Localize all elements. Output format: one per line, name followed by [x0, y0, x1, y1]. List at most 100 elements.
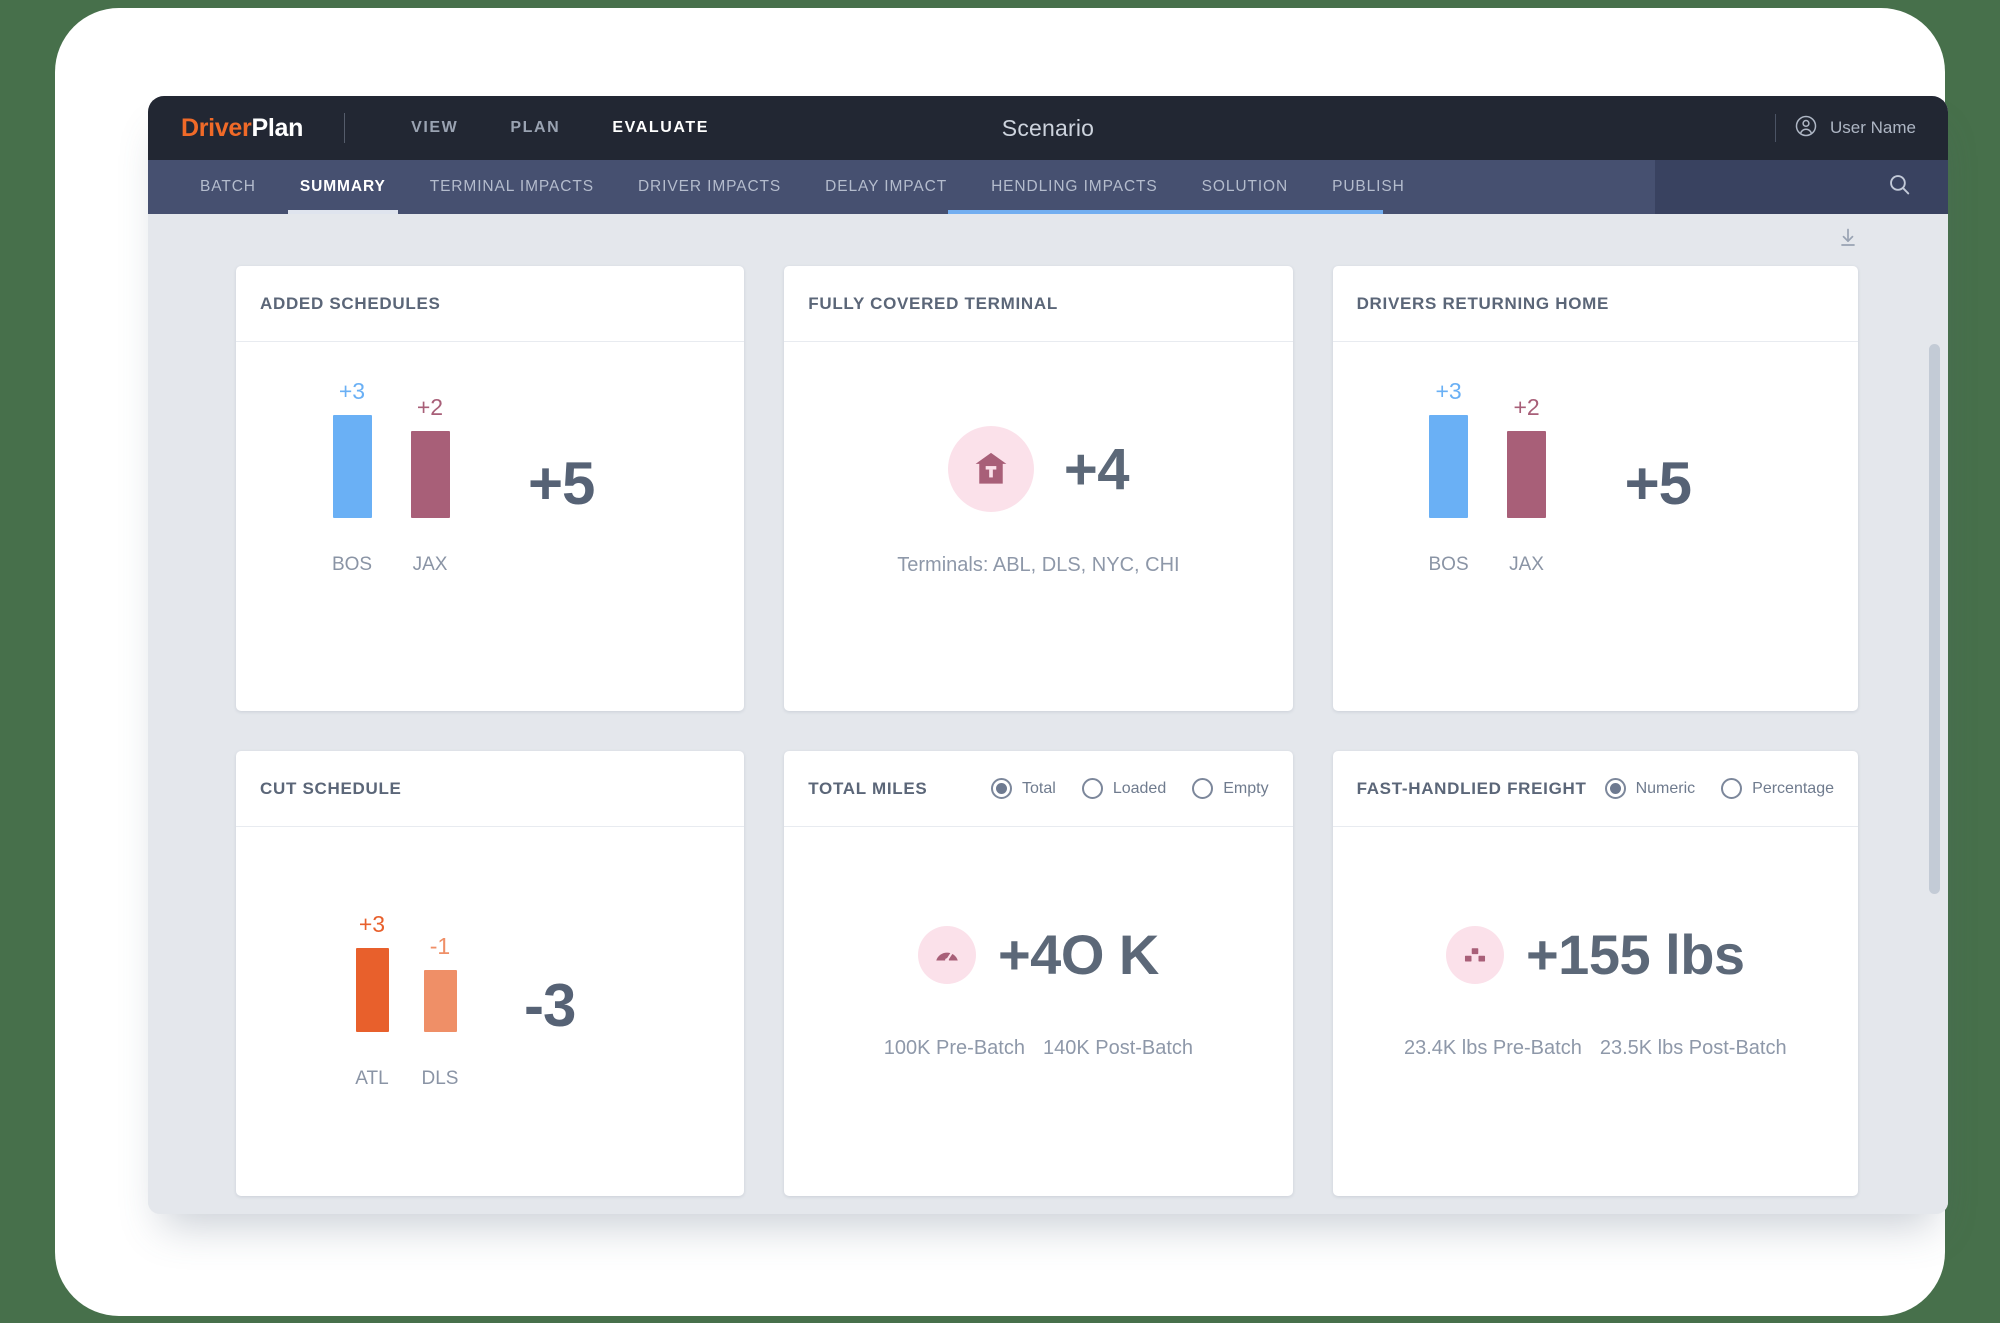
bar-category-label: BOS	[1428, 554, 1469, 575]
brand-divider	[344, 113, 346, 143]
search-button[interactable]	[1655, 160, 1948, 214]
bar-col-jax[interactable]: +2 JAX	[1507, 394, 1547, 576]
card-added-schedules: ADDED SCHEDULES +3 BOS +2 JAX +5	[236, 266, 745, 711]
metric-row: +4O K	[784, 922, 1292, 987]
card-body: +155 lbs 23.4K lbs Pre-Batch 23.5K lbs Po…	[1333, 827, 1858, 1196]
bar-category-label: DLS	[421, 1068, 459, 1089]
card-fully-covered-terminal: FULLY COVERED TERMINAL +4 Terminals: ABL…	[784, 266, 1293, 711]
radio-label: Total	[1022, 779, 1056, 797]
card-body: +4O K 100K Pre-Batch 140K Post-Batch	[784, 827, 1292, 1196]
top-bar: DriverPlan VIEW PLAN EVALUATE Scenario U…	[148, 96, 1948, 160]
content-scrollbar[interactable]	[1929, 344, 1940, 1214]
bar-col-atl[interactable]: +3 ATL	[352, 911, 392, 1090]
bar-rect	[1507, 431, 1547, 518]
card-body: +3 ATL -1 DLS -3	[236, 827, 744, 1196]
card-title: DRIVERS RETURNING HOME	[1356, 293, 1610, 313]
radio-dot-icon	[1604, 778, 1626, 799]
radio-option-percentage[interactable]: Percentage	[1721, 778, 1834, 799]
logo-text-driver: Driver	[181, 113, 252, 142]
bar-chart: +3 ATL -1 DLS -3	[260, 827, 720, 1090]
user-name-label: User Name	[1830, 118, 1916, 137]
main-nav-item-view[interactable]: VIEW	[385, 119, 484, 137]
tab-terminal-impacts[interactable]: TERMINAL IMPACTS	[408, 160, 616, 214]
card-header: TOTAL MILES Total Loaded Empty	[784, 751, 1293, 827]
radio-option-loaded[interactable]: Loaded	[1081, 778, 1167, 799]
card-title: FULLY COVERED TERMINAL	[808, 293, 1058, 313]
metric-sub-post: 23.5K lbs Post-Batch	[1599, 1037, 1787, 1059]
tab-driver-impacts[interactable]: DRIVER IMPACTS	[616, 160, 803, 214]
card-drivers-returning-home: DRIVERS RETURNING HOME +3 BOS +2 JAX +5	[1332, 266, 1858, 711]
user-divider	[1775, 114, 1777, 142]
bar-col-jax[interactable]: +2 JAX	[410, 394, 450, 576]
freight-radio-group: Numeric Percentage	[1604, 778, 1834, 799]
bar-category-label: JAX	[1509, 554, 1544, 575]
device-frame: DriverPlan VIEW PLAN EVALUATE Scenario U…	[55, 8, 1948, 1316]
card-body: +3 BOS +2 JAX +5	[236, 342, 744, 711]
card-body: +3 BOS +2 JAX +5	[1333, 342, 1858, 711]
bar-value-label: +3	[358, 911, 386, 937]
tab-solution[interactable]: SOLUTION	[1180, 160, 1310, 214]
sub-nav: BATCH SUMMARY TERMINAL IMPACTS DRIVER IM…	[148, 160, 1948, 214]
card-metric-value: +155 lbs	[1525, 923, 1745, 986]
download-icon[interactable]	[1836, 226, 1860, 255]
radio-option-total[interactable]: Total	[991, 778, 1056, 799]
bar-category-label: BOS	[331, 554, 373, 575]
content-area: ADDED SCHEDULES +3 BOS +2 JAX +5 FULLY C…	[148, 214, 1948, 1214]
radio-dot-icon	[991, 778, 1013, 799]
radio-option-empty[interactable]: Empty	[1192, 778, 1269, 799]
bar-rect	[1429, 415, 1469, 518]
boxes-icon	[1445, 925, 1504, 984]
tab-batch[interactable]: BATCH	[178, 160, 278, 214]
content-toolbar	[188, 214, 1908, 266]
radio-label: Empty	[1223, 779, 1269, 797]
main-nav-item-evaluate[interactable]: EVALUATE	[586, 119, 735, 137]
radio-dot-icon	[1721, 778, 1743, 799]
logo-text-plan: Plan	[251, 113, 304, 142]
radio-dot-icon	[1081, 778, 1103, 799]
speedometer-icon	[917, 925, 976, 984]
bar-col-bos[interactable]: +3 BOS	[1429, 378, 1469, 576]
card-fast-handlied-freight: FAST-HANDLIED FREIGHT Numeric Percentage	[1332, 751, 1858, 1196]
card-header: FULLY COVERED TERMINAL	[784, 266, 1293, 342]
card-body: +4 Terminals: ABL, DLS, NYC, CHI	[784, 342, 1292, 711]
scrollbar-thumb[interactable]	[1929, 344, 1940, 894]
bar-rect	[410, 431, 450, 518]
radio-option-numeric[interactable]: Numeric	[1604, 778, 1696, 799]
card-total-value: +5	[1624, 450, 1692, 517]
bars-area: +3 ATL -1 DLS	[352, 911, 460, 1090]
card-title: ADDED SCHEDULES	[260, 293, 441, 313]
card-metric-value: +4O K	[997, 923, 1159, 986]
bar-value-label: +2	[416, 394, 444, 420]
radio-label: Loaded	[1112, 779, 1167, 797]
card-title: CUT SCHEDULE	[260, 778, 402, 798]
bar-col-bos[interactable]: +3 BOS	[332, 378, 372, 576]
bars-area: +3 BOS +2 JAX	[332, 378, 450, 576]
card-title: TOTAL MILES	[808, 778, 928, 798]
bar-chart: +3 BOS +2 JAX +5	[1357, 342, 1834, 576]
card-metric-subtext: 23.4K lbs Pre-Batch 23.5K lbs Post-Batch	[1333, 1037, 1858, 1060]
radio-label: Percentage	[1752, 779, 1834, 797]
card-header: ADDED SCHEDULES	[236, 266, 745, 342]
card-total-value: -3	[524, 972, 576, 1039]
app-logo[interactable]: DriverPlan	[181, 114, 303, 143]
bar-category-label: JAX	[412, 554, 448, 575]
bar-rect	[332, 415, 372, 518]
bar-col-dls[interactable]: -1 DLS	[420, 933, 460, 1090]
card-title: FAST-HANDLIED FREIGHT	[1356, 778, 1587, 798]
metric-row: +155 lbs	[1333, 922, 1858, 987]
card-total-value: +5	[528, 450, 595, 517]
tab-summary[interactable]: SUMMARY	[278, 160, 408, 214]
card-metric-value: +4	[1063, 436, 1130, 502]
search-icon	[1887, 172, 1912, 202]
tab-publish[interactable]: PUBLISH	[1310, 160, 1427, 214]
card-header: CUT SCHEDULE	[236, 751, 745, 827]
tab-hendling-impacts[interactable]: HENDLING IMPACTS	[969, 160, 1180, 214]
main-nav-item-plan[interactable]: PLAN	[484, 119, 586, 137]
user-menu[interactable]: User Name	[1775, 114, 1916, 143]
bar-value-label: +2	[1513, 394, 1540, 420]
tab-delay-impact[interactable]: DELAY IMPACT	[803, 160, 969, 214]
card-header: DRIVERS RETURNING HOME	[1332, 266, 1858, 342]
radio-label: Numeric	[1635, 779, 1696, 797]
card-metric-subtext: 100K Pre-Batch 140K Post-Batch	[784, 1037, 1292, 1060]
metric-row: +4	[784, 426, 1292, 512]
